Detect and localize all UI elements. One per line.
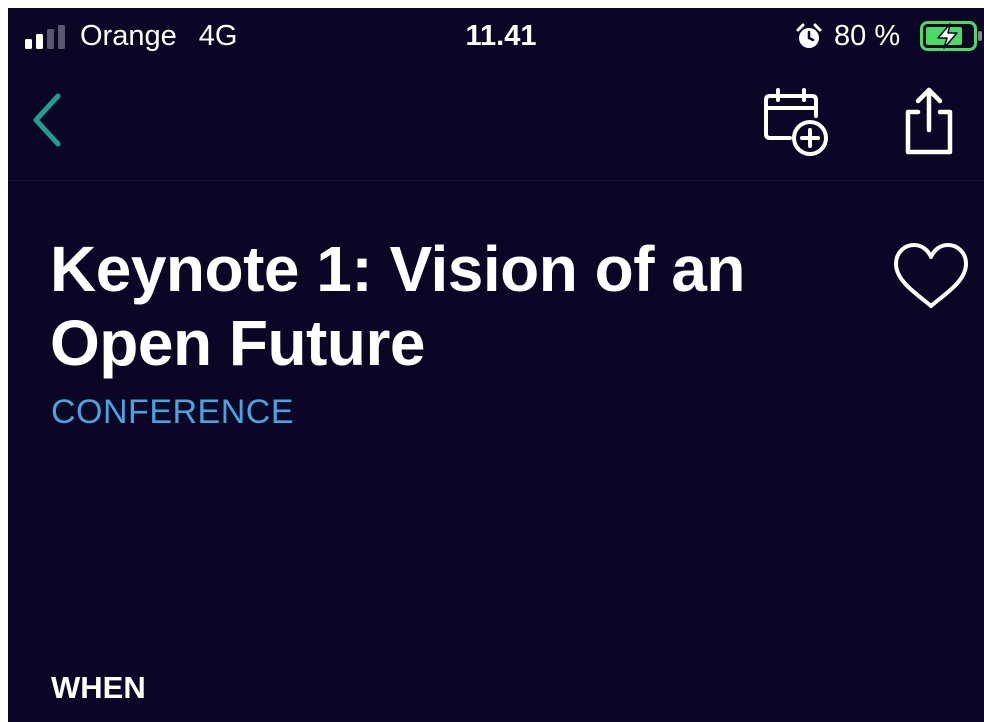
heart-outline-icon (894, 243, 968, 308)
alarm-clock-icon (796, 23, 822, 48)
calendar-add-icon (764, 88, 828, 156)
share-button[interactable] (900, 86, 958, 156)
back-button[interactable] (26, 90, 68, 150)
share-icon (905, 87, 953, 155)
navigation-bar (8, 64, 984, 181)
add-to-calendar-button[interactable] (762, 88, 832, 158)
battery-percentage: 80 % (834, 20, 901, 52)
battery-charging-icon (920, 21, 982, 51)
favorite-button[interactable] (890, 240, 972, 312)
when-section-heading: WHEN (51, 670, 146, 705)
app-screen: Orange 4G 11.41 80 % Keynote 1: Vision o… (8, 8, 984, 722)
session-track[interactable]: CONFERENCE (51, 391, 294, 433)
chevron-left-icon (33, 93, 61, 147)
session-title: Keynote 1: Vision of an Open Future (50, 233, 746, 379)
status-bar: Orange 4G 11.41 80 % (8, 8, 984, 64)
